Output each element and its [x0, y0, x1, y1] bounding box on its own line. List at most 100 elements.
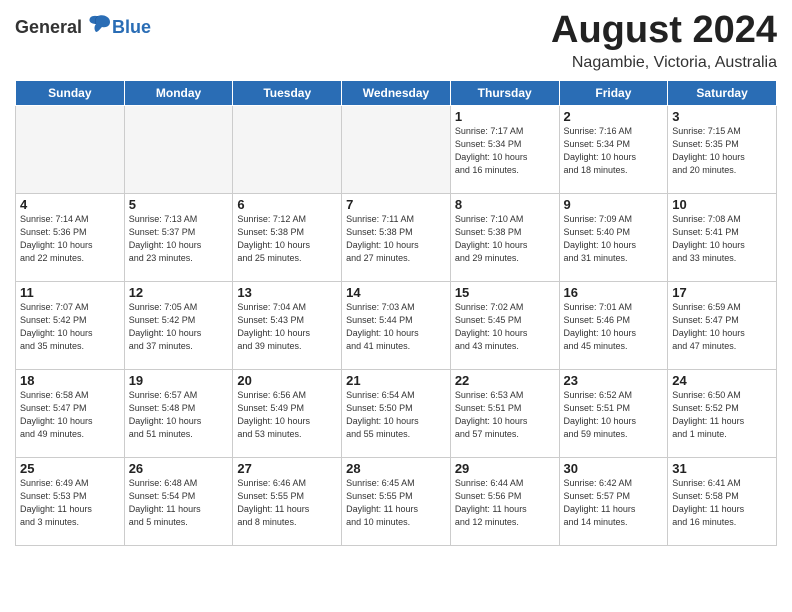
day-info: Sunrise: 6:57 AMSunset: 5:48 PMDaylight:… [129, 389, 229, 441]
day-number: 9 [564, 197, 664, 212]
calendar-cell: 17Sunrise: 6:59 AMSunset: 5:47 PMDayligh… [668, 281, 777, 369]
weekday-header-saturday: Saturday [668, 80, 777, 105]
day-info: Sunrise: 6:46 AMSunset: 5:55 PMDaylight:… [237, 477, 337, 529]
day-number: 15 [455, 285, 555, 300]
day-info: Sunrise: 6:54 AMSunset: 5:50 PMDaylight:… [346, 389, 446, 441]
day-number: 17 [672, 285, 772, 300]
day-number: 6 [237, 197, 337, 212]
day-info: Sunrise: 7:07 AMSunset: 5:42 PMDaylight:… [20, 301, 120, 353]
day-info: Sunrise: 7:04 AMSunset: 5:43 PMDaylight:… [237, 301, 337, 353]
day-number: 21 [346, 373, 446, 388]
calendar-cell: 7Sunrise: 7:11 AMSunset: 5:38 PMDaylight… [342, 193, 451, 281]
day-number: 20 [237, 373, 337, 388]
day-info: Sunrise: 6:44 AMSunset: 5:56 PMDaylight:… [455, 477, 555, 529]
day-number: 10 [672, 197, 772, 212]
calendar-cell [124, 105, 233, 193]
calendar-cell: 19Sunrise: 6:57 AMSunset: 5:48 PMDayligh… [124, 369, 233, 457]
day-info: Sunrise: 6:41 AMSunset: 5:58 PMDaylight:… [672, 477, 772, 529]
day-info: Sunrise: 7:11 AMSunset: 5:38 PMDaylight:… [346, 213, 446, 265]
weekday-header-thursday: Thursday [450, 80, 559, 105]
weekday-header-tuesday: Tuesday [233, 80, 342, 105]
week-row-4: 18Sunrise: 6:58 AMSunset: 5:47 PMDayligh… [16, 369, 777, 457]
logo: General Blue [15, 10, 151, 36]
week-row-3: 11Sunrise: 7:07 AMSunset: 5:42 PMDayligh… [16, 281, 777, 369]
day-info: Sunrise: 7:14 AMSunset: 5:36 PMDaylight:… [20, 213, 120, 265]
day-info: Sunrise: 7:12 AMSunset: 5:38 PMDaylight:… [237, 213, 337, 265]
calendar-cell: 5Sunrise: 7:13 AMSunset: 5:37 PMDaylight… [124, 193, 233, 281]
day-info: Sunrise: 6:49 AMSunset: 5:53 PMDaylight:… [20, 477, 120, 529]
day-number: 29 [455, 461, 555, 476]
month-title: August 2024 [551, 10, 777, 52]
day-info: Sunrise: 6:48 AMSunset: 5:54 PMDaylight:… [129, 477, 229, 529]
calendar-cell: 21Sunrise: 6:54 AMSunset: 5:50 PMDayligh… [342, 369, 451, 457]
day-info: Sunrise: 6:42 AMSunset: 5:57 PMDaylight:… [564, 477, 664, 529]
day-number: 11 [20, 285, 120, 300]
day-info: Sunrise: 7:17 AMSunset: 5:34 PMDaylight:… [455, 125, 555, 177]
calendar-cell: 15Sunrise: 7:02 AMSunset: 5:45 PMDayligh… [450, 281, 559, 369]
day-info: Sunrise: 7:16 AMSunset: 5:34 PMDaylight:… [564, 125, 664, 177]
weekday-header-friday: Friday [559, 80, 668, 105]
calendar-cell: 8Sunrise: 7:10 AMSunset: 5:38 PMDaylight… [450, 193, 559, 281]
calendar-cell: 14Sunrise: 7:03 AMSunset: 5:44 PMDayligh… [342, 281, 451, 369]
calendar-cell [342, 105, 451, 193]
calendar-cell: 3Sunrise: 7:15 AMSunset: 5:35 PMDaylight… [668, 105, 777, 193]
day-number: 5 [129, 197, 229, 212]
day-info: Sunrise: 6:45 AMSunset: 5:55 PMDaylight:… [346, 477, 446, 529]
logo-blue-text: Blue [112, 18, 151, 36]
day-number: 7 [346, 197, 446, 212]
calendar-cell [233, 105, 342, 193]
calendar-cell: 22Sunrise: 6:53 AMSunset: 5:51 PMDayligh… [450, 369, 559, 457]
calendar-page: General Blue August 2024 Nagambie, Victo… [0, 0, 792, 612]
calendar-cell [16, 105, 125, 193]
day-info: Sunrise: 7:10 AMSunset: 5:38 PMDaylight:… [455, 213, 555, 265]
day-info: Sunrise: 7:15 AMSunset: 5:35 PMDaylight:… [672, 125, 772, 177]
day-number: 16 [564, 285, 664, 300]
weekday-header-sunday: Sunday [16, 80, 125, 105]
week-row-2: 4Sunrise: 7:14 AMSunset: 5:36 PMDaylight… [16, 193, 777, 281]
calendar-cell: 4Sunrise: 7:14 AMSunset: 5:36 PMDaylight… [16, 193, 125, 281]
day-number: 13 [237, 285, 337, 300]
location-title: Nagambie, Victoria, Australia [551, 54, 777, 72]
day-number: 25 [20, 461, 120, 476]
day-number: 14 [346, 285, 446, 300]
calendar-cell: 20Sunrise: 6:56 AMSunset: 5:49 PMDayligh… [233, 369, 342, 457]
day-number: 12 [129, 285, 229, 300]
calendar-cell: 9Sunrise: 7:09 AMSunset: 5:40 PMDaylight… [559, 193, 668, 281]
calendar-cell: 31Sunrise: 6:41 AMSunset: 5:58 PMDayligh… [668, 457, 777, 545]
day-number: 23 [564, 373, 664, 388]
calendar-cell: 18Sunrise: 6:58 AMSunset: 5:47 PMDayligh… [16, 369, 125, 457]
calendar-cell: 6Sunrise: 7:12 AMSunset: 5:38 PMDaylight… [233, 193, 342, 281]
day-number: 19 [129, 373, 229, 388]
day-number: 3 [672, 109, 772, 124]
calendar-table: SundayMondayTuesdayWednesdayThursdayFrid… [15, 80, 777, 546]
day-number: 8 [455, 197, 555, 212]
calendar-cell: 25Sunrise: 6:49 AMSunset: 5:53 PMDayligh… [16, 457, 125, 545]
calendar-cell: 1Sunrise: 7:17 AMSunset: 5:34 PMDaylight… [450, 105, 559, 193]
day-number: 27 [237, 461, 337, 476]
calendar-cell: 28Sunrise: 6:45 AMSunset: 5:55 PMDayligh… [342, 457, 451, 545]
header: General Blue August 2024 Nagambie, Victo… [15, 10, 777, 72]
calendar-cell: 13Sunrise: 7:04 AMSunset: 5:43 PMDayligh… [233, 281, 342, 369]
calendar-cell: 12Sunrise: 7:05 AMSunset: 5:42 PMDayligh… [124, 281, 233, 369]
day-number: 28 [346, 461, 446, 476]
day-number: 4 [20, 197, 120, 212]
calendar-cell: 27Sunrise: 6:46 AMSunset: 5:55 PMDayligh… [233, 457, 342, 545]
calendar-cell: 23Sunrise: 6:52 AMSunset: 5:51 PMDayligh… [559, 369, 668, 457]
week-row-5: 25Sunrise: 6:49 AMSunset: 5:53 PMDayligh… [16, 457, 777, 545]
day-number: 22 [455, 373, 555, 388]
day-number: 26 [129, 461, 229, 476]
calendar-cell: 26Sunrise: 6:48 AMSunset: 5:54 PMDayligh… [124, 457, 233, 545]
logo-bird-icon [84, 14, 112, 34]
day-number: 2 [564, 109, 664, 124]
day-info: Sunrise: 6:58 AMSunset: 5:47 PMDaylight:… [20, 389, 120, 441]
day-number: 18 [20, 373, 120, 388]
calendar-cell: 11Sunrise: 7:07 AMSunset: 5:42 PMDayligh… [16, 281, 125, 369]
calendar-cell: 30Sunrise: 6:42 AMSunset: 5:57 PMDayligh… [559, 457, 668, 545]
day-number: 24 [672, 373, 772, 388]
calendar-cell: 29Sunrise: 6:44 AMSunset: 5:56 PMDayligh… [450, 457, 559, 545]
day-info: Sunrise: 7:09 AMSunset: 5:40 PMDaylight:… [564, 213, 664, 265]
day-info: Sunrise: 6:59 AMSunset: 5:47 PMDaylight:… [672, 301, 772, 353]
day-info: Sunrise: 6:50 AMSunset: 5:52 PMDaylight:… [672, 389, 772, 441]
day-info: Sunrise: 7:01 AMSunset: 5:46 PMDaylight:… [564, 301, 664, 353]
weekday-header-monday: Monday [124, 80, 233, 105]
